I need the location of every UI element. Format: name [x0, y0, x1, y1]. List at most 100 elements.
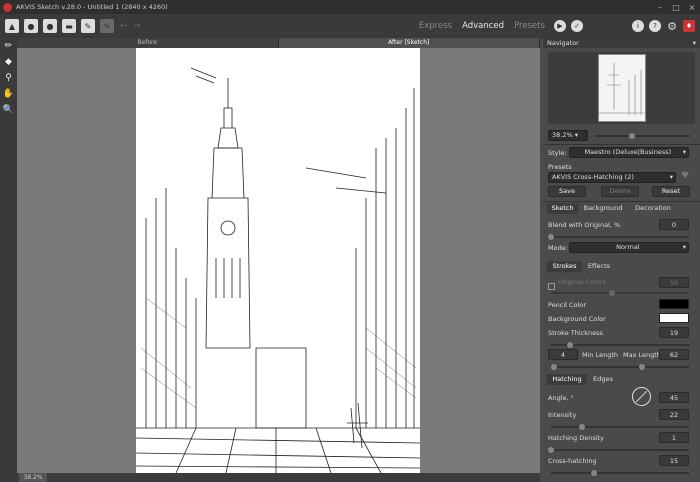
info-icon[interactable]: i: [632, 20, 644, 32]
zoom-icon[interactable]: 🔍: [0, 102, 17, 118]
max-length-value[interactable]: 62: [659, 349, 689, 360]
navigator-zoom-slider[interactable]: [595, 133, 690, 139]
sketch-image[interactable]: [135, 48, 421, 473]
print-icon[interactable]: ▬: [62, 19, 76, 33]
settings-gear-icon[interactable]: ⚙: [666, 20, 678, 33]
tab-before[interactable]: Before: [17, 38, 279, 48]
pencil-icon[interactable]: ✏: [0, 38, 17, 54]
title-bar: AKVIS Sketch v.28.0 - Untitled 1 (2840 x…: [0, 0, 700, 14]
mode-advanced[interactable]: Advanced: [462, 21, 504, 31]
style-value: Maestro (Deluxe|Business): [584, 148, 672, 156]
angle-value[interactable]: 45: [659, 392, 689, 403]
angle-dial[interactable]: [632, 387, 651, 406]
background-color-label: Background Color: [548, 315, 606, 323]
redo-icon[interactable]: →: [134, 21, 142, 31]
background-color-swatch[interactable]: [659, 313, 689, 323]
intensity-slider[interactable]: [551, 424, 689, 430]
intensity-value[interactable]: 22: [659, 409, 689, 420]
save-preset-button[interactable]: Save: [548, 186, 586, 197]
left-toolbar: ✏ ◆ ⚲ ✋ 🔍: [0, 38, 17, 482]
navigator-zoom-knob[interactable]: [629, 133, 635, 139]
maximize-button[interactable]: □: [668, 0, 684, 14]
length-range-slider[interactable]: [551, 364, 689, 370]
window-title: AKVIS Sketch v.28.0 - Untitled 1 (2840 x…: [16, 3, 168, 11]
navigator-thumbnail[interactable]: [598, 54, 646, 122]
max-length-label: Max Length: [623, 351, 661, 359]
min-length-knob[interactable]: [551, 364, 557, 370]
preset-value: AKVIS Cross-Hatching (2): [552, 173, 634, 181]
original-colors-knob[interactable]: [609, 290, 615, 296]
tab-strokes[interactable]: Strokes: [547, 261, 582, 272]
mode-presets[interactable]: Presets: [514, 21, 545, 31]
blend-knob[interactable]: [548, 234, 554, 240]
eraser-icon[interactable]: ◆: [0, 54, 17, 70]
open-file-icon[interactable]: ●: [24, 19, 38, 33]
blend-slider[interactable]: [548, 234, 689, 240]
tab-sketch[interactable]: Sketch: [547, 203, 578, 214]
min-length-value[interactable]: 4: [548, 349, 578, 360]
hand-icon[interactable]: ✋: [0, 86, 17, 102]
pencil-color-label: Pencil Color: [548, 301, 587, 309]
tab-edges[interactable]: Edges: [589, 374, 617, 385]
apply-icon[interactable]: ✓: [571, 20, 583, 32]
reset-preset-button[interactable]: Reset: [652, 186, 690, 197]
tab-background[interactable]: Background: [581, 203, 625, 214]
intensity-label: Intensity: [548, 411, 577, 419]
original-colors-label: Original Colors: [558, 278, 606, 286]
stroke-thickness-value[interactable]: 19: [659, 327, 689, 338]
news-icon[interactable]: ♦: [683, 20, 695, 32]
stroke-thickness-knob[interactable]: [567, 342, 573, 348]
delete-preset-button[interactable]: Delete: [601, 186, 639, 197]
angle-label: Angle, °: [548, 394, 574, 402]
share-icon[interactable]: ✎: [100, 19, 114, 33]
mode-value: Normal: [616, 243, 640, 251]
stamp-icon[interactable]: ⚲: [0, 70, 17, 86]
undo-icon[interactable]: ←: [120, 21, 128, 31]
hatching-density-label: Hatching Density: [548, 434, 604, 442]
status-bar: 38.2%: [17, 473, 540, 482]
mode-select[interactable]: Normal ▾: [569, 242, 689, 253]
hatching-density-value[interactable]: 1: [659, 432, 689, 443]
cross-hatching-slider[interactable]: [551, 470, 689, 476]
cross-hatching-label: Cross-hatching: [548, 457, 597, 465]
toolbar: ▲ ● ● ▬ ✎ ✎ ← → Express Advanced Presets…: [0, 14, 700, 38]
pencil-color-swatch[interactable]: [659, 299, 689, 309]
mode-label: Mode:: [548, 244, 568, 252]
collapse-icon[interactable]: ▾: [693, 38, 696, 48]
style-select[interactable]: Maestro (Deluxe|Business) ▾: [569, 147, 689, 158]
thumbnail-drawing: [599, 63, 645, 115]
view-tabs: Before After [Sketch]: [17, 38, 540, 48]
hatching-density-knob[interactable]: [548, 447, 554, 453]
original-colors-slider[interactable]: [551, 290, 689, 296]
original-colors-value[interactable]: 50: [659, 277, 689, 288]
zoom-field[interactable]: 38.2%: [19, 473, 47, 482]
tab-after[interactable]: After [Sketch]: [278, 38, 540, 48]
original-colors-checkbox[interactable]: [548, 283, 555, 290]
tab-effects[interactable]: Effects: [583, 261, 615, 272]
minimize-button[interactable]: –: [652, 0, 668, 14]
intensity-knob[interactable]: [579, 424, 585, 430]
save-file-icon[interactable]: ●: [43, 19, 57, 33]
canvas-area[interactable]: [17, 48, 540, 473]
cross-hatching-knob[interactable]: [591, 470, 597, 476]
max-length-knob[interactable]: [639, 364, 645, 370]
favorite-heart-icon[interactable]: ♥: [681, 171, 689, 181]
run-icon[interactable]: ▶: [554, 20, 566, 32]
min-length-label: Min Length: [582, 351, 619, 359]
blend-value[interactable]: 0: [659, 219, 689, 230]
brush-icon[interactable]: ✎: [81, 19, 95, 33]
tab-hatching[interactable]: Hatching: [547, 374, 587, 385]
close-button[interactable]: ×: [684, 0, 700, 14]
mode-express[interactable]: Express: [419, 21, 452, 31]
cross-hatching-value[interactable]: 15: [659, 455, 689, 466]
preset-select[interactable]: AKVIS Cross-Hatching (2) ▾: [548, 172, 676, 183]
tab-decoration[interactable]: Decoration: [631, 203, 675, 214]
settings-panel: Navigator ▾ 38.2% ▾ Style: Maestro (Delux…: [543, 38, 700, 482]
navigator-preview[interactable]: [548, 52, 695, 124]
open-image-icon[interactable]: ▲: [5, 19, 19, 33]
stroke-thickness-slider[interactable]: [551, 342, 689, 348]
help-icon[interactable]: ?: [649, 20, 661, 32]
hatching-density-slider[interactable]: [548, 447, 689, 453]
presets-label: Presets: [548, 163, 572, 171]
navigator-zoom-select[interactable]: 38.2% ▾: [548, 130, 588, 141]
